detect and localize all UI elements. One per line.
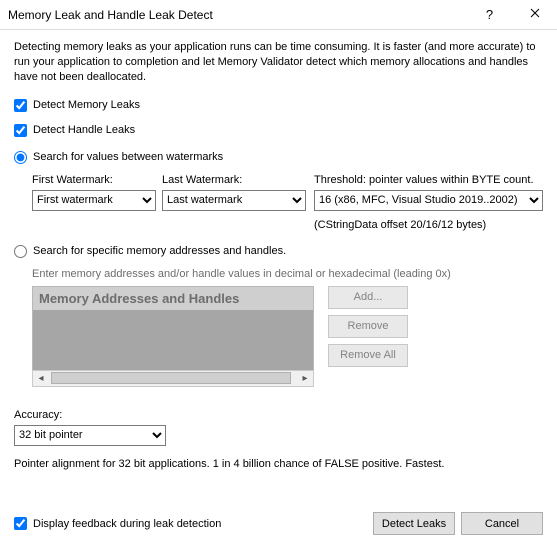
threshold-label: Threshold: pointer values within BYTE co…	[314, 174, 543, 186]
addresses-scrollbar[interactable]: ◂ ▸	[32, 370, 314, 387]
accuracy-note: Pointer alignment for 32 bit application…	[14, 458, 543, 470]
window-title: Memory Leak and Handle Leak Detect	[8, 8, 467, 22]
detect-leaks-button[interactable]: Detect Leaks	[373, 512, 455, 535]
addresses-hint: Enter memory addresses and/or handle val…	[32, 268, 543, 280]
last-watermark-label: Last Watermark:	[162, 174, 314, 186]
detect-memory-leaks-check[interactable]: Detect Memory Leaks	[14, 99, 543, 112]
detect-handle-leaks-label: Detect Handle Leaks	[33, 124, 135, 136]
watermark-block: First Watermark: Last Watermark: Thresho…	[32, 174, 543, 231]
dialog-content: Detecting memory leaks as your applicati…	[0, 30, 557, 484]
scroll-left-icon[interactable]: ◂	[33, 373, 49, 384]
addresses-panel: Memory Addresses and Handles ◂ ▸	[32, 286, 314, 387]
detect-memory-leaks-label: Detect Memory Leaks	[33, 99, 140, 111]
offset-note: (CStringData offset 20/16/12 bytes)	[314, 219, 543, 231]
titlebar: Memory Leak and Handle Leak Detect ?	[0, 0, 557, 30]
add-button[interactable]: Add...	[328, 286, 408, 309]
search-watermarks-radio-row[interactable]: Search for values between watermarks	[14, 151, 543, 164]
addresses-list[interactable]	[32, 310, 314, 370]
accuracy-select[interactable]: 32 bit pointer	[14, 425, 166, 446]
search-specific-radio[interactable]	[14, 245, 27, 258]
close-button[interactable]	[512, 0, 557, 30]
search-watermarks-radio[interactable]	[14, 151, 27, 164]
intro-text: Detecting memory leaks as your applicati…	[14, 40, 543, 85]
search-specific-radio-row[interactable]: Search for specific memory addresses and…	[14, 245, 543, 258]
cancel-button[interactable]: Cancel	[461, 512, 543, 535]
feedback-checkbox[interactable]	[14, 517, 27, 530]
addresses-panel-header: Memory Addresses and Handles	[32, 286, 314, 310]
help-icon: ?	[486, 7, 493, 22]
search-watermarks-label: Search for values between watermarks	[33, 151, 223, 163]
addresses-buttons: Add... Remove Remove All	[328, 286, 408, 387]
first-watermark-label: First Watermark:	[32, 174, 162, 186]
accuracy-label: Accuracy:	[14, 409, 543, 421]
search-specific-label: Search for specific memory addresses and…	[33, 245, 286, 257]
addresses-row: Memory Addresses and Handles ◂ ▸ Add... …	[32, 286, 543, 387]
feedback-label: Display feedback during leak detection	[33, 518, 221, 530]
footer: Display feedback during leak detection D…	[14, 512, 543, 535]
detect-handle-leaks-checkbox[interactable]	[14, 124, 27, 137]
scroll-right-icon[interactable]: ▸	[297, 373, 313, 384]
detect-handle-leaks-check[interactable]: Detect Handle Leaks	[14, 124, 543, 137]
scroll-thumb[interactable]	[51, 372, 291, 384]
first-watermark-select[interactable]: First watermark	[32, 190, 156, 211]
remove-all-button[interactable]: Remove All	[328, 344, 408, 367]
remove-button[interactable]: Remove	[328, 315, 408, 338]
feedback-check[interactable]: Display feedback during leak detection	[14, 517, 373, 530]
detect-memory-leaks-checkbox[interactable]	[14, 99, 27, 112]
close-icon	[530, 8, 540, 21]
help-button[interactable]: ?	[467, 0, 512, 30]
last-watermark-select[interactable]: Last watermark	[162, 190, 306, 211]
threshold-select[interactable]: 16 (x86, MFC, Visual Studio 2019..2002)	[314, 190, 543, 211]
